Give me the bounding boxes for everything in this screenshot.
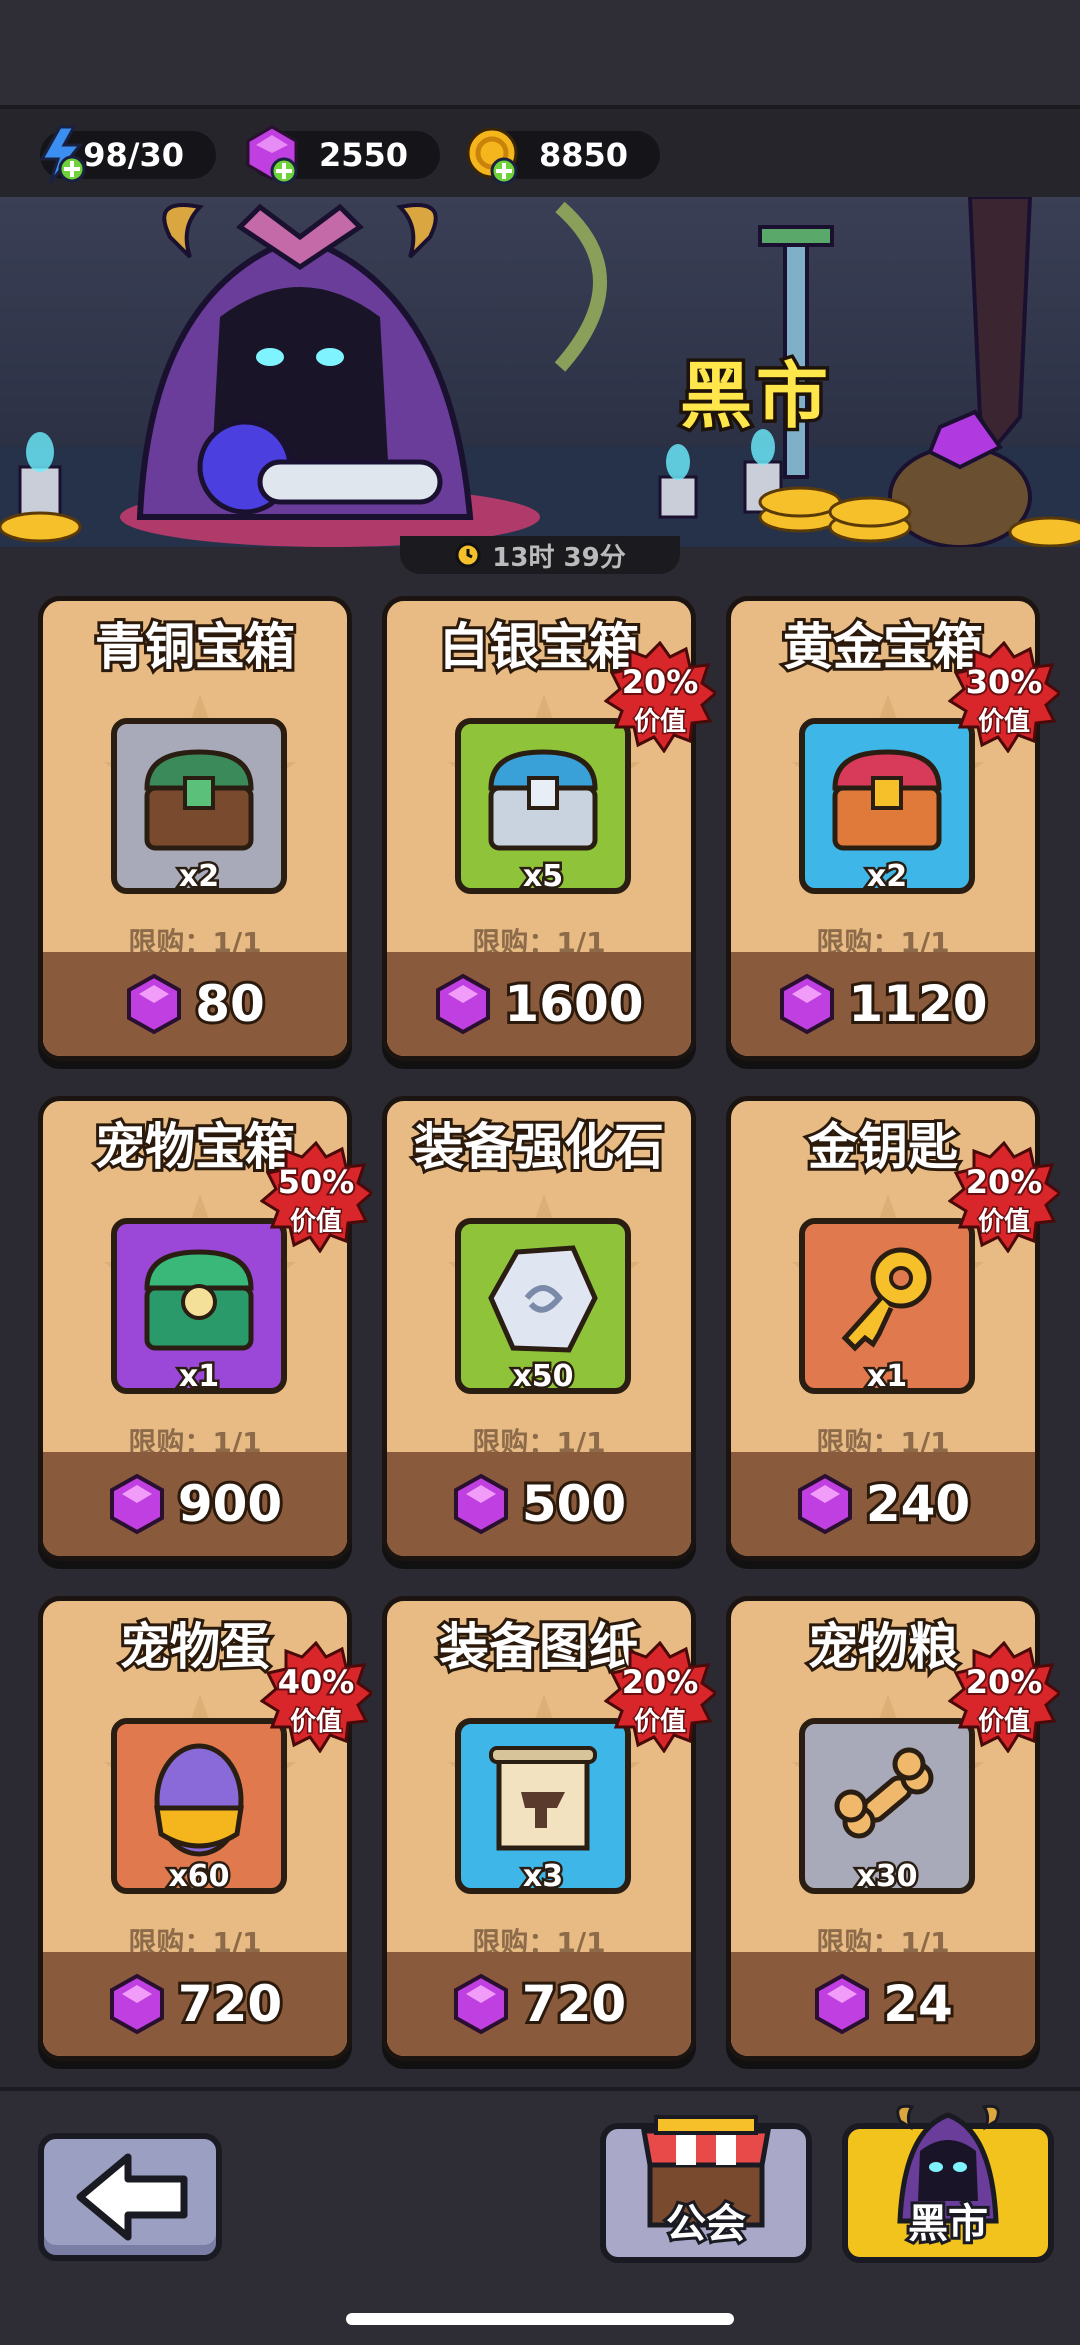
item-price: 900 bbox=[175, 1472, 285, 1536]
badge-label: 价值 bbox=[976, 1706, 1031, 1739]
badge-percent: 20% bbox=[620, 661, 701, 703]
item-quantity: x60 bbox=[166, 1857, 232, 1894]
coin-value: 8850 bbox=[538, 136, 628, 174]
clock-icon bbox=[455, 542, 481, 568]
bone-icon bbox=[834, 1747, 934, 1839]
gem-counter[interactable]: 2550 bbox=[246, 125, 440, 185]
item-quantity: x50 bbox=[510, 1357, 576, 1394]
refresh-timer: 13时 39分 bbox=[400, 536, 680, 574]
shop-item-card[interactable]: 装备强化石 x50 限购：1/1 500 bbox=[382, 1096, 696, 1561]
item-quantity: x2 bbox=[864, 857, 909, 894]
value-badge: 20% 价值 bbox=[604, 641, 716, 753]
value-badge: 20% 价值 bbox=[604, 1641, 716, 1753]
buy-button[interactable]: 720 bbox=[387, 1952, 691, 2056]
gem-icon bbox=[797, 1473, 852, 1535]
home-indicator[interactable] bbox=[346, 2313, 734, 2325]
value-badge: 20% 价值 bbox=[948, 1641, 1060, 1753]
value-badge: 50% 价值 bbox=[260, 1141, 372, 1253]
back-button[interactable] bbox=[38, 2133, 222, 2261]
gem-icon bbox=[453, 1473, 508, 1535]
tab-black-market[interactable]: 黑市 bbox=[842, 2104, 1054, 2263]
item-quantity: x30 bbox=[854, 1857, 920, 1894]
badge-label: 价值 bbox=[976, 1206, 1031, 1239]
status-bar bbox=[0, 0, 1080, 105]
buy-button[interactable]: 24 bbox=[731, 1952, 1035, 2056]
energy-value: 98/30 bbox=[83, 136, 184, 174]
chest-gold-icon bbox=[832, 749, 942, 851]
resource-bar: 98/30 2550 8850 bbox=[0, 105, 1080, 201]
scroll-icon bbox=[489, 1746, 597, 1851]
timer-text: 13时 39分 bbox=[492, 542, 626, 573]
buy-button[interactable]: 1600 bbox=[387, 952, 691, 1056]
item-quantity: x1 bbox=[176, 1357, 221, 1394]
shop-item-card[interactable]: 青铜宝箱 x2 限购：1/1 80 bbox=[38, 596, 352, 1061]
badge-label: 价值 bbox=[976, 706, 1031, 739]
bottom-nav: 公会 黑市 bbox=[0, 2087, 1080, 2345]
item-price: 240 bbox=[863, 1472, 973, 1536]
buy-button[interactable]: 900 bbox=[43, 1452, 347, 1556]
energy-icon bbox=[39, 125, 86, 184]
value-badge: 30% 价值 bbox=[948, 641, 1060, 753]
gem-icon bbox=[436, 973, 491, 1035]
buy-button[interactable]: 720 bbox=[43, 1952, 347, 2056]
tab-guild-label: 公会 bbox=[663, 2198, 749, 2250]
gem-icon bbox=[815, 1973, 870, 2035]
buy-button[interactable]: 500 bbox=[387, 1452, 691, 1556]
item-price: 720 bbox=[519, 1972, 629, 2036]
buy-button[interactable]: 80 bbox=[43, 952, 347, 1056]
merchant-illustration bbox=[0, 197, 1080, 547]
chest-bronze-icon bbox=[144, 749, 254, 851]
badge-percent: 20% bbox=[964, 1661, 1045, 1703]
badge-percent: 40% bbox=[276, 1661, 357, 1703]
item-price: 1120 bbox=[845, 972, 990, 1036]
egg-icon bbox=[154, 1743, 244, 1857]
gem-icon bbox=[109, 1473, 164, 1535]
gem-plus-icon bbox=[246, 125, 298, 185]
buy-button[interactable]: 240 bbox=[731, 1452, 1035, 1556]
item-icon-frame: x2 bbox=[111, 718, 287, 894]
banner-title: 黑市 bbox=[676, 351, 833, 442]
badge-percent: 20% bbox=[620, 1661, 701, 1703]
gem-icon bbox=[109, 1973, 164, 2035]
tab-guild[interactable]: 公会 bbox=[600, 2115, 812, 2263]
value-badge: 20% 价值 bbox=[948, 1141, 1060, 1253]
item-price: 720 bbox=[175, 1972, 285, 2036]
value-badge: 40% 价值 bbox=[260, 1641, 372, 1753]
badge-label: 价值 bbox=[288, 1206, 343, 1239]
gem-icon bbox=[780, 973, 835, 1035]
chest-silver-icon bbox=[488, 749, 598, 851]
tab-black-market-label: 黑市 bbox=[905, 2198, 991, 2250]
item-price: 1600 bbox=[501, 972, 646, 1036]
item-price: 80 bbox=[192, 972, 268, 1036]
item-price: 24 bbox=[880, 1972, 956, 2036]
key-icon bbox=[841, 1247, 932, 1352]
badge-label: 价值 bbox=[632, 706, 687, 739]
back-arrow-icon bbox=[76, 2153, 188, 2241]
item-price: 500 bbox=[519, 1472, 629, 1536]
badge-label: 价值 bbox=[288, 1706, 343, 1739]
badge-percent: 50% bbox=[276, 1161, 357, 1203]
black-market-banner: 黑市 bbox=[0, 197, 1080, 547]
item-quantity: x3 bbox=[520, 1857, 565, 1894]
coin-counter[interactable]: 8850 bbox=[466, 127, 660, 185]
gem-icon bbox=[453, 1973, 508, 2035]
item-quantity: x2 bbox=[176, 857, 221, 894]
energy-counter[interactable]: 98/30 bbox=[39, 125, 216, 184]
gem-value: 2550 bbox=[318, 136, 408, 174]
buy-button[interactable]: 1120 bbox=[731, 952, 1035, 1056]
chest-pet-icon bbox=[144, 1249, 254, 1351]
item-title: 装备强化石 bbox=[411, 1115, 667, 1179]
badge-label: 价值 bbox=[632, 1706, 687, 1739]
item-quantity: x1 bbox=[864, 1357, 909, 1394]
item-icon-frame: x50 bbox=[455, 1218, 631, 1394]
item-title: 青铜宝箱 bbox=[92, 615, 298, 679]
gem-icon bbox=[127, 973, 182, 1035]
badge-percent: 20% bbox=[964, 1161, 1045, 1203]
item-quantity: x5 bbox=[520, 857, 565, 894]
coin-plus-icon bbox=[466, 127, 518, 185]
badge-percent: 30% bbox=[964, 661, 1045, 703]
stone-icon bbox=[488, 1245, 598, 1353]
